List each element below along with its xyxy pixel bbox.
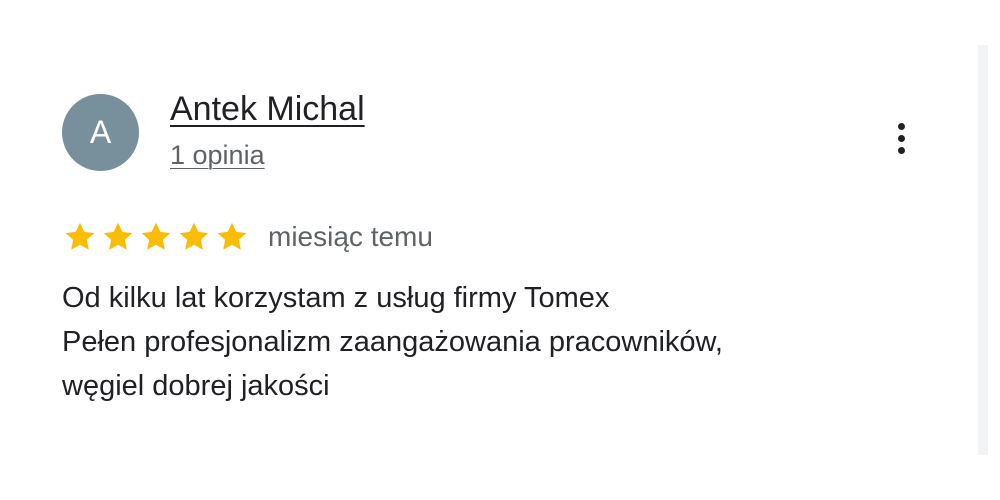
avatar[interactable]: A — [62, 94, 139, 171]
more-options-button[interactable] — [884, 116, 918, 160]
review-text-line: węgiel dobrej jakości — [62, 370, 330, 402]
review-text-line: Pełen profesjonalizm zaangażowania praco… — [62, 326, 723, 358]
review-date: miesiąc temu — [268, 221, 433, 252]
rating-row: miesiąc temu — [62, 216, 433, 258]
star-icon — [138, 219, 174, 255]
star-icon — [100, 219, 136, 255]
reviewer-name-link[interactable]: Antek Michal — [170, 90, 365, 129]
avatar-letter: A — [89, 114, 112, 150]
review-card: A Antek Michal 1 opinia miesiąc temu Od … — [0, 0, 978, 500]
star-rating — [62, 219, 250, 255]
reviewer-review-count-link[interactable]: 1 opinia — [170, 140, 265, 171]
review-text: Od kilku lat korzystam z usług firmy Tom… — [62, 276, 962, 408]
scrollbar-track[interactable] — [978, 45, 988, 455]
star-icon — [214, 219, 250, 255]
more-vertical-icon — [897, 122, 905, 154]
review-text-line: Od kilku lat korzystam z usług firmy Tom… — [62, 282, 610, 314]
star-icon — [176, 219, 212, 255]
star-icon — [62, 219, 98, 255]
